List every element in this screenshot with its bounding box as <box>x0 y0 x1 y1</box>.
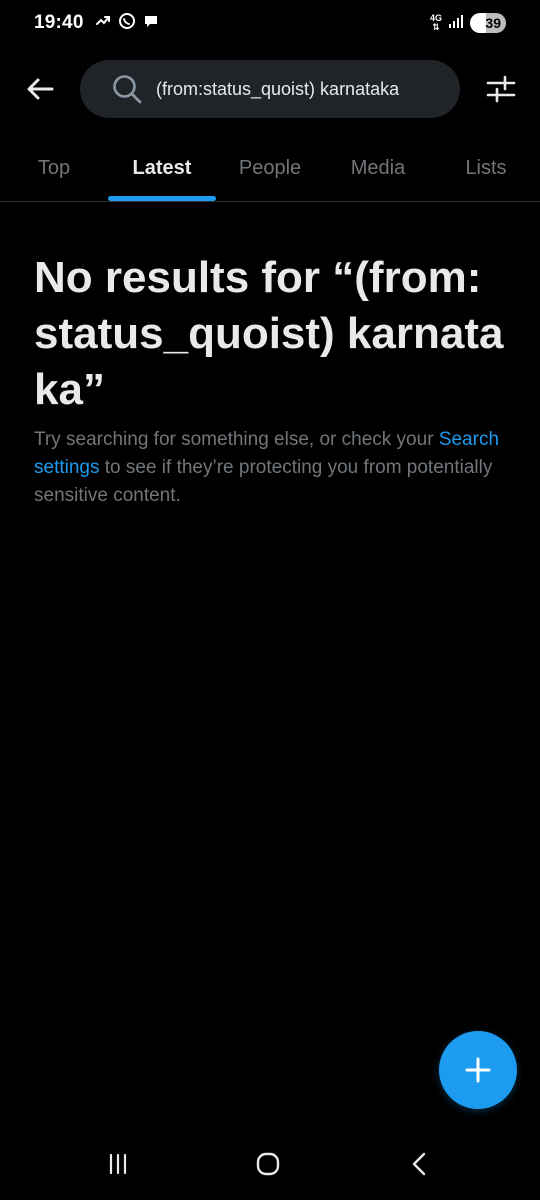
empty-state-description: Try searching for something else, or che… <box>34 426 504 510</box>
search-filter-button[interactable] <box>486 74 516 104</box>
back-chevron-icon <box>412 1152 426 1176</box>
plus-icon <box>465 1057 491 1083</box>
signal-icon <box>448 13 464 34</box>
notification-icons <box>94 12 160 35</box>
network-indicator: 4G ⇅ <box>429 13 442 32</box>
home-circle-icon <box>256 1152 280 1176</box>
search-query: (from:status_quoist) karnataka <box>156 78 400 99</box>
whatsapp-icon <box>118 12 136 35</box>
back-button[interactable] <box>22 74 58 104</box>
search-header: (from:status_quoist) karnataka <box>0 60 540 118</box>
battery-indicator: 39 <box>470 13 506 33</box>
recent-apps-icon <box>109 1153 127 1175</box>
empty-state-title: No results for “(from:status_quoist) kar… <box>34 253 504 414</box>
home-button[interactable] <box>238 1144 298 1184</box>
active-tab-indicator <box>108 196 216 201</box>
search-tabs: Top Latest People Media Lists <box>0 136 540 202</box>
empty-desc-text-end: to see if they’re protecting you from po… <box>34 457 493 506</box>
missed-call-icon <box>94 12 112 35</box>
tab-media[interactable]: Media <box>324 136 432 201</box>
filter-sliders-icon <box>486 75 516 103</box>
chat-bubble-icon <box>142 12 160 35</box>
empty-desc-text: Try searching for something else, or che… <box>34 429 439 450</box>
tab-latest[interactable]: Latest <box>108 136 216 201</box>
status-bar: 19:40 4G ⇅ 39 <box>0 0 540 46</box>
status-time: 19:40 <box>34 12 84 33</box>
tab-people[interactable]: People <box>216 136 324 201</box>
search-icon <box>112 74 142 104</box>
compose-button[interactable] <box>439 1031 517 1109</box>
system-back-button[interactable] <box>390 1144 450 1184</box>
system-nav-bar <box>0 1130 540 1200</box>
arrow-left-icon <box>27 78 54 100</box>
tab-lists[interactable]: Lists <box>432 136 540 201</box>
recent-apps-button[interactable] <box>88 1144 148 1184</box>
battery-bolt-icon <box>470 13 486 33</box>
tab-top[interactable]: Top <box>0 136 108 201</box>
search-input[interactable]: (from:status_quoist) karnataka <box>80 60 460 118</box>
status-right: 4G ⇅ 39 <box>430 13 506 34</box>
